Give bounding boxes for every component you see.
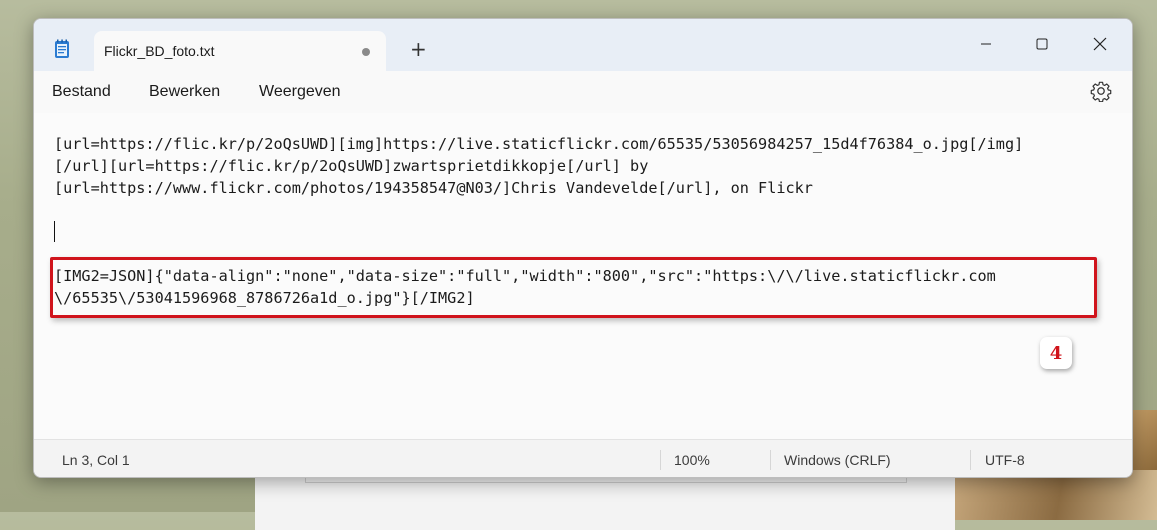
status-divider <box>660 450 661 470</box>
text-editor[interactable]: [url=https://flic.kr/p/2oQsUWD][img]http… <box>34 113 1132 439</box>
document-tab[interactable]: Flickr_BD_foto.txt <box>94 31 386 71</box>
menu-bar: Bestand Bewerken Weergeven <box>34 71 1132 114</box>
close-icon <box>1093 37 1107 51</box>
gear-icon <box>1090 81 1112 103</box>
background-document <box>255 470 955 530</box>
zoom-level[interactable]: 100% <box>674 452 710 468</box>
title-bar: Flickr_BD_foto.txt + <box>34 19 1132 71</box>
unsaved-dot-icon[interactable] <box>362 48 370 56</box>
maximize-button[interactable] <box>1020 29 1064 59</box>
new-tab-button[interactable]: + <box>410 39 427 59</box>
notepad-window: Flickr_BD_foto.txt + Bestand Bewerken We… <box>33 18 1133 478</box>
settings-button[interactable] <box>1090 80 1112 103</box>
tab-title: Flickr_BD_foto.txt <box>104 43 215 59</box>
text-caret <box>54 221 55 242</box>
menu-edit[interactable]: Bewerken <box>149 83 220 101</box>
menu-view[interactable]: Weergeven <box>259 83 341 101</box>
encoding[interactable]: UTF-8 <box>985 452 1025 468</box>
status-divider <box>970 450 971 470</box>
highlight-box <box>50 257 1097 318</box>
maximize-icon <box>1036 38 1048 50</box>
text-line: [url=https://flic.kr/p/2oQsUWD][img]http… <box>54 135 1024 153</box>
text-line: [url=https://www.flickr.com/photos/19435… <box>54 179 813 197</box>
status-bar: Ln 3, Col 1 100% Windows (CRLF) UTF-8 <box>34 439 1132 477</box>
minimize-button[interactable] <box>964 29 1008 59</box>
cursor-position: Ln 3, Col 1 <box>62 452 130 468</box>
notepad-icon <box>54 39 70 59</box>
text-line: [/url][url=https://flic.kr/p/2oQsUWD]zwa… <box>54 157 649 175</box>
close-button[interactable] <box>1078 29 1122 59</box>
annotation-badge: 4 <box>1040 337 1072 369</box>
line-ending[interactable]: Windows (CRLF) <box>784 452 891 468</box>
menu-file[interactable]: Bestand <box>52 83 111 101</box>
minimize-icon <box>981 43 991 45</box>
status-divider <box>770 450 771 470</box>
